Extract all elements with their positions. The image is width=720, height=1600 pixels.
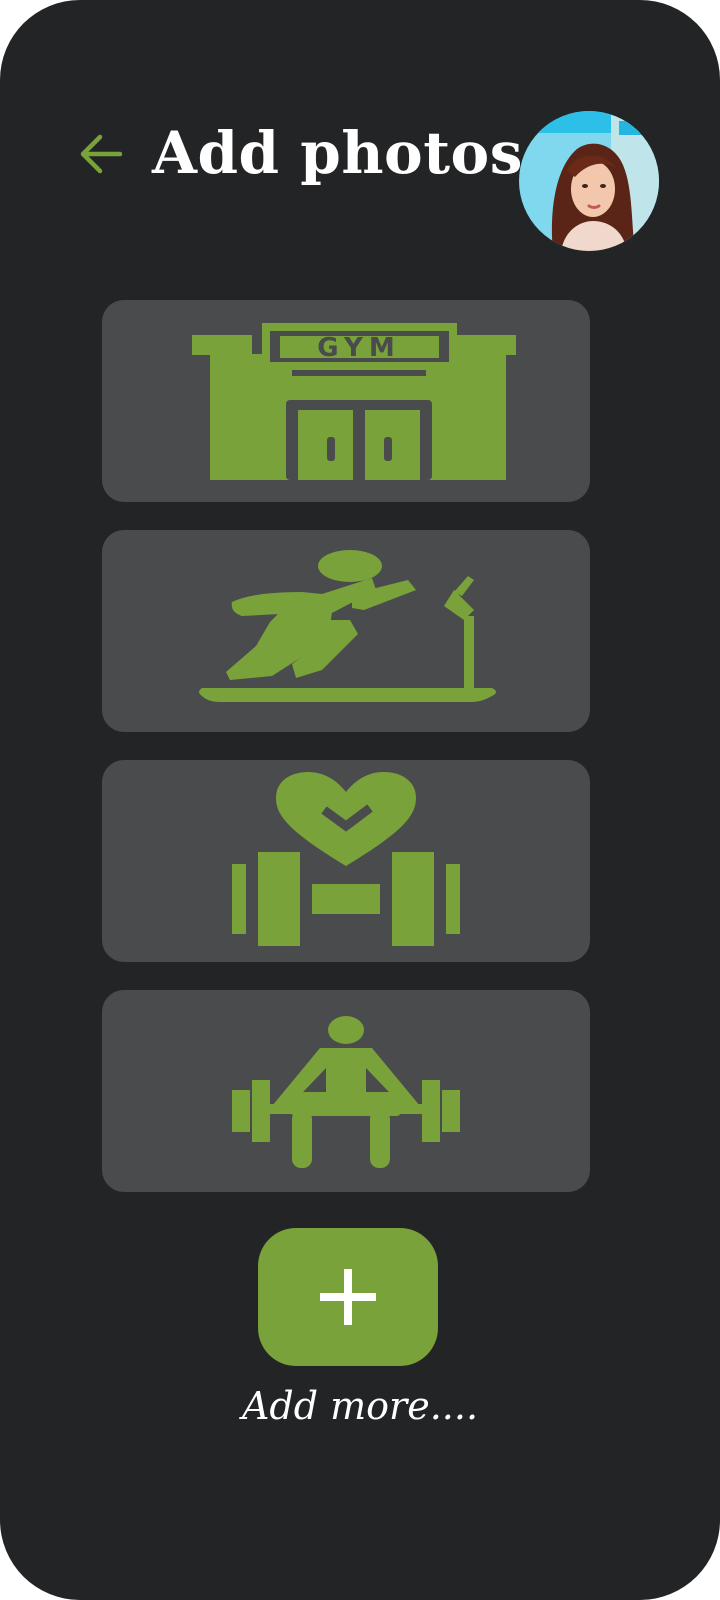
photo-card-treadmill[interactable] (102, 530, 590, 732)
photo-card-health[interactable] (102, 760, 590, 962)
avatar[interactable] (519, 111, 659, 251)
add-more-label: Add more.... (241, 1384, 479, 1428)
back-button[interactable] (78, 130, 126, 178)
plus-icon (320, 1269, 376, 1325)
gym-building-icon: GYM (192, 323, 516, 480)
add-photo-button[interactable] (258, 1228, 438, 1366)
weightlifter-icon (232, 1016, 460, 1168)
heart-dumbbell-icon (232, 772, 460, 946)
user-profile-photo (519, 111, 659, 251)
arrow-left-icon (80, 134, 123, 174)
treadmill-runner-icon (199, 550, 496, 702)
photo-card-gym[interactable]: GYM (102, 300, 590, 502)
page-title: Add photos (152, 119, 523, 187)
app-screen: Add photos GYM Add more.... (0, 0, 720, 1600)
photo-card-weightlifting[interactable] (102, 990, 590, 1192)
gym-sign-text: GYM (317, 333, 400, 363)
